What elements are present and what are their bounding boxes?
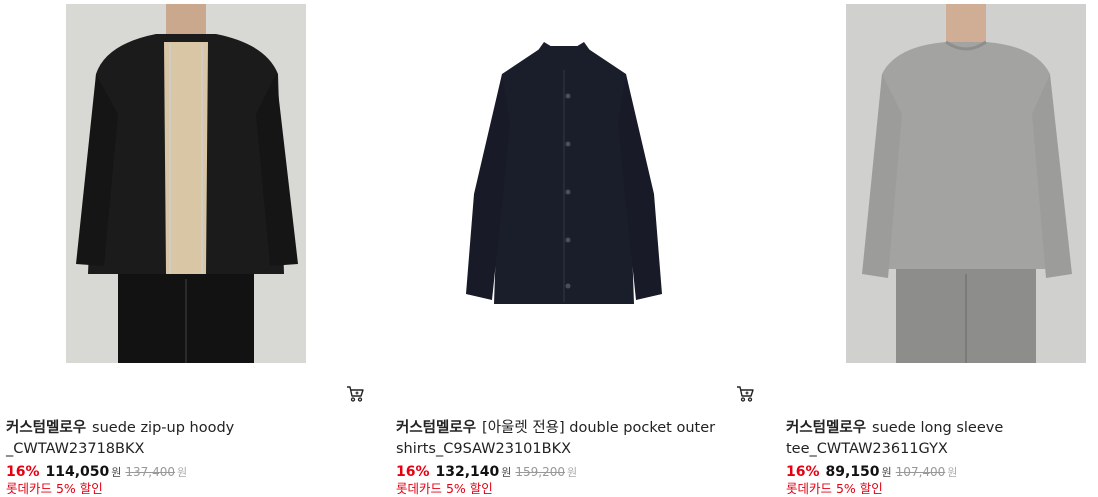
add-to-cart-button[interactable]: [736, 385, 754, 403]
brand-name: 커스텀멜로우: [786, 420, 867, 436]
brand-name: 커스텀멜로우: [396, 420, 477, 436]
card-promo: 롯데카드 5% 할인: [786, 481, 883, 496]
price-row: 16% 114,050 원 137,400 원: [6, 463, 187, 482]
original-price: 137,400: [125, 465, 176, 479]
original-price: 107,400: [895, 465, 946, 479]
original-price: 159,200: [515, 465, 566, 479]
tee-photo: [846, 4, 1086, 363]
cart-icon: [347, 386, 364, 402]
discount-rate: 16%: [6, 464, 40, 480]
brand-name: 커스텀멜로우: [6, 420, 87, 436]
product-title[interactable]: 커스텀멜로우 suede long sleeve tee_CWTAW23611GY…: [786, 418, 1086, 460]
product-image[interactable]: [66, 4, 306, 363]
card-promo: 롯데카드 5% 할인: [396, 481, 493, 496]
product-image[interactable]: [846, 4, 1086, 363]
sale-price: 89,150: [825, 464, 880, 480]
product-card[interactable]: 커스텀멜로우 [아울렛 전용] double pocket outer shirt…: [392, 0, 782, 496]
price-unit: 원: [501, 466, 512, 479]
sale-price: 132,140: [435, 464, 500, 480]
add-to-cart-button[interactable]: [346, 385, 364, 403]
product-title[interactable]: 커스텀멜로우 [아울렛 전용] double pocket outer shirt…: [396, 418, 736, 460]
discount-rate: 16%: [786, 464, 820, 480]
shirt-photo: [444, 4, 684, 363]
card-promo: 롯데카드 5% 할인: [6, 481, 103, 496]
product-image[interactable]: [444, 4, 684, 363]
price-unit: 원: [881, 466, 892, 479]
sale-price: 114,050: [45, 464, 110, 480]
price-row: 16% 132,140 원 159,200 원: [396, 463, 577, 482]
price-unit: 원: [111, 466, 122, 479]
product-card[interactable]: 커스텀멜로우 suede zip-up hoody _CWTAW23718BKX …: [0, 0, 390, 496]
original-price-unit: 원: [947, 466, 958, 479]
original-price-unit: 원: [567, 466, 578, 479]
discount-rate: 16%: [396, 464, 430, 480]
cart-icon: [737, 386, 754, 402]
price-row: 16% 89,150 원 107,400 원: [786, 463, 957, 482]
product-title[interactable]: 커스텀멜로우 suede zip-up hoody _CWTAW23718BKX: [6, 418, 306, 460]
product-card[interactable]: 커스텀멜로우 suede long sleeve tee_CWTAW23611GY…: [782, 0, 1098, 496]
hoody-photo: [66, 4, 306, 363]
original-price-unit: 원: [177, 466, 188, 479]
